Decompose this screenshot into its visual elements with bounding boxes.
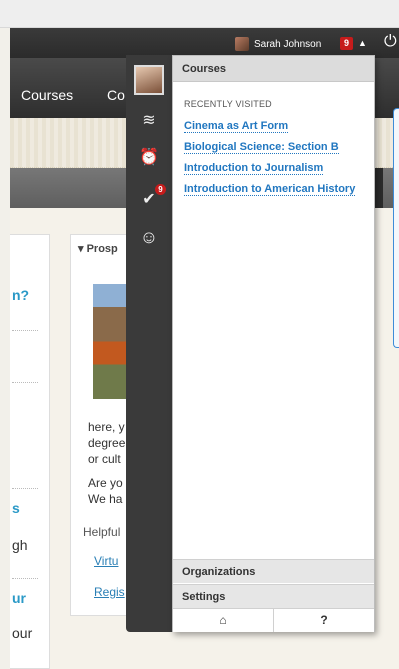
divider: [12, 488, 38, 489]
power-icon[interactable]: ⏻: [384, 33, 397, 51]
nav-tab-courses[interactable]: Courses: [21, 87, 73, 103]
course-link[interactable]: Biological Science: Section B: [184, 141, 339, 154]
left-panel-link[interactable]: s: [12, 500, 20, 516]
divider: [12, 330, 38, 331]
module-title[interactable]: ▾ Prosp: [78, 242, 118, 255]
helpful-heading: Helpful: [83, 525, 121, 539]
flyout-footer: ⌂ ?: [173, 608, 374, 632]
help-icon[interactable]: ?: [273, 609, 374, 632]
courses-flyout: Courses RECENTLY VISITED Cinema as Art F…: [172, 55, 375, 632]
module-link[interactable]: Regis: [94, 585, 125, 599]
global-nav-rail: [126, 55, 172, 632]
nav-tab-partial[interactable]: Co: [107, 87, 125, 103]
organizations-section[interactable]: Organizations: [173, 559, 374, 583]
user-name: Sarah Johnson: [254, 38, 322, 50]
course-link[interactable]: Cinema as Art Form: [184, 120, 289, 133]
flyout-header[interactable]: Courses: [173, 56, 374, 82]
module-link[interactable]: Virtu: [94, 554, 118, 568]
institution-home-icon[interactable]: ⌂: [173, 609, 273, 632]
module-text: or cult: [88, 452, 121, 466]
divider: [12, 578, 38, 579]
left-panel-link[interactable]: n?: [12, 287, 29, 303]
module-text: degree: [88, 436, 126, 450]
module-text: Are yo: [88, 476, 123, 490]
recently-visited-label: RECENTLY VISITED: [184, 99, 272, 109]
user-menu[interactable]: Sarah Johnson: [235, 37, 321, 51]
notification-badge[interactable]: 9: [340, 37, 353, 50]
course-link[interactable]: Introduction to Journalism: [184, 162, 324, 175]
grades-badge: 9: [155, 184, 166, 195]
divider: [12, 382, 38, 383]
caret-up-icon[interactable]: ▲: [358, 38, 367, 48]
stream-icon[interactable]: ≋: [139, 111, 159, 131]
module-text: We ha: [88, 492, 123, 506]
left-panel-text: our: [12, 625, 33, 641]
module-text: here, y: [88, 420, 125, 434]
browser-top-bar: [0, 0, 399, 28]
module-title-text: Prosp: [86, 243, 118, 255]
left-panel-text: gh: [12, 537, 28, 553]
settings-section[interactable]: Settings: [173, 584, 374, 608]
left-panel-link[interactable]: ur: [12, 590, 26, 606]
user-avatar: [235, 37, 249, 51]
course-link[interactable]: Introduction to American History: [184, 183, 356, 196]
right-edge-panel: [393, 108, 399, 348]
smiley-icon[interactable]: ☺: [139, 227, 159, 247]
alarm-clock-icon[interactable]: ⏰: [139, 148, 159, 168]
scrollbar[interactable]: [375, 168, 383, 208]
profile-avatar[interactable]: [134, 65, 164, 95]
